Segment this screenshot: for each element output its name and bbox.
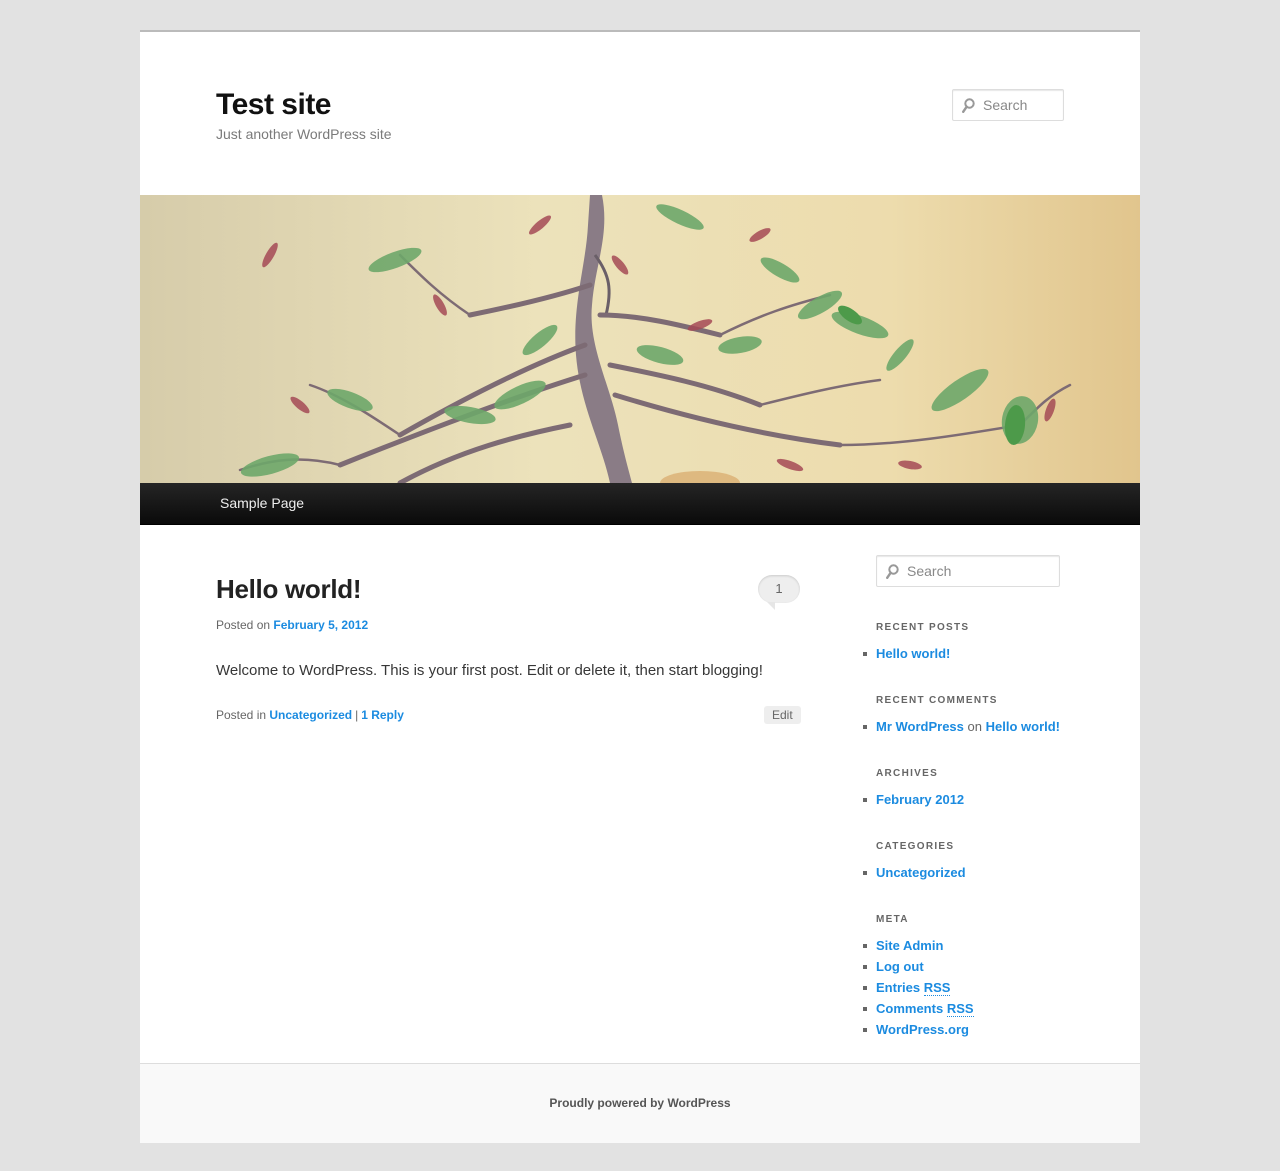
- list-item: Log out: [863, 956, 974, 977]
- list-item: Mr WordPress on Hello world!: [862, 716, 1060, 737]
- wordpress-org-link[interactable]: WordPress.org: [876, 1022, 969, 1037]
- comments-rss-link[interactable]: Comments RSS: [876, 1001, 974, 1017]
- widget-title-recent-comments: Recent Comments: [876, 695, 998, 706]
- list-item: Entries RSS: [863, 977, 974, 998]
- search-icon: [886, 563, 899, 579]
- post-footer-meta: Posted in Uncategorized | 1 Reply: [216, 708, 404, 722]
- post-footer-prefix: Posted in: [216, 708, 267, 722]
- list-item: Comments RSS: [863, 998, 974, 1019]
- entries-rss-link[interactable]: Entries RSS: [876, 980, 951, 996]
- category-link[interactable]: Uncategorized: [876, 865, 966, 880]
- rss-abbr: RSS: [946, 1001, 974, 1017]
- widget-recent-posts: Recent Posts Hello world!: [862, 622, 970, 664]
- search-icon: [962, 97, 975, 113]
- site-description: Just another WordPress site: [216, 126, 392, 142]
- comment-connector: on: [967, 719, 982, 734]
- page-container: Test site Just another WordPress site Se…: [140, 30, 1140, 1143]
- site-title[interactable]: Test site: [216, 88, 332, 122]
- nav-item-sample-page[interactable]: Sample Page: [220, 495, 304, 511]
- main-navigation: Sample Page: [140, 483, 1140, 525]
- widget-title-archives: Archives: [876, 768, 939, 779]
- log-out-link[interactable]: Log out: [876, 959, 924, 974]
- widget-recent-comments: Recent Comments Mr WordPress on Hello wo…: [862, 695, 1060, 737]
- list-item: Hello world!: [862, 643, 969, 664]
- post-date-link[interactable]: February 5, 2012: [273, 618, 368, 632]
- list-item: Site Admin: [863, 935, 974, 956]
- site-admin-link[interactable]: Site Admin: [876, 938, 943, 953]
- rss-abbr: RSS: [923, 980, 951, 996]
- widget-title-categories: Categories: [876, 841, 955, 852]
- post-meta: Posted on February 5, 2012: [216, 618, 368, 632]
- comments-rss-prefix: Comments: [876, 1001, 944, 1016]
- comment-count-bubble[interactable]: 1: [758, 575, 800, 610]
- sidebar-search-box[interactable]: [876, 555, 1060, 587]
- list-item: February 2012: [862, 789, 964, 810]
- header-search-box[interactable]: [952, 89, 1064, 121]
- site-footer: Proudly powered by WordPress: [140, 1063, 1140, 1143]
- widget-meta: Meta Site Admin Log out Entries RSS Comm…: [863, 914, 974, 1040]
- meta-separator: |: [355, 708, 359, 722]
- list-item: WordPress.org: [863, 1019, 974, 1040]
- post-category-link[interactable]: Uncategorized: [269, 708, 352, 722]
- comment-author-link[interactable]: Mr WordPress: [876, 719, 964, 734]
- post-reply-link[interactable]: 1 Reply: [361, 708, 404, 722]
- recent-post-link[interactable]: Hello world!: [876, 646, 950, 661]
- edit-post-button[interactable]: Edit: [764, 706, 801, 724]
- widget-title-meta: Meta: [876, 914, 909, 925]
- entries-rss-prefix: Entries: [876, 980, 921, 995]
- widget-archives: Archives February 2012: [862, 768, 964, 810]
- list-item: Uncategorized: [863, 862, 966, 883]
- sidebar-search-input[interactable]: [907, 563, 1059, 579]
- post-content: Welcome to WordPress. This is your first…: [216, 662, 763, 679]
- post-meta-prefix: Posted on: [216, 618, 271, 632]
- header-search-input[interactable]: [983, 97, 1063, 113]
- archive-link[interactable]: February 2012: [876, 792, 964, 807]
- widget-title-recent-posts: Recent Posts: [876, 622, 970, 633]
- post-title[interactable]: Hello world!: [216, 574, 361, 605]
- footer-credit-link[interactable]: Proudly powered by WordPress: [549, 1096, 730, 1110]
- comment-post-link[interactable]: Hello world!: [986, 719, 1060, 734]
- widget-categories: Categories Uncategorized: [863, 841, 966, 883]
- header-banner-image: [140, 195, 1140, 483]
